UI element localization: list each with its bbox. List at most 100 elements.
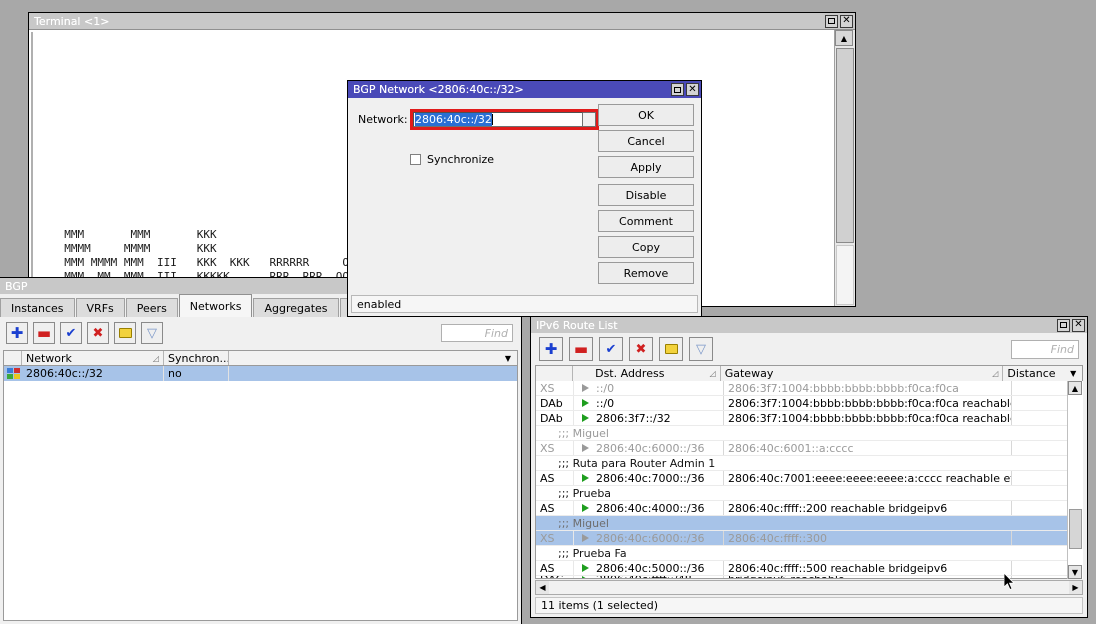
route-arrow-icon [582,399,589,407]
cancel-button[interactable]: Cancel [598,130,694,152]
column-chooser-icon[interactable]: ▼ [1064,366,1082,381]
terminal-title: Terminal <1> [34,15,109,28]
cell-route-arrow [574,561,592,575]
filter-icon[interactable]: ▽ [141,322,163,344]
cell-dst-address: 2806:40c:ffff::/48 [592,576,724,579]
cell-gateway: 2806:40c:ffff::500 reachable bridgeipv6 [724,561,1012,575]
route-comment-row[interactable]: ;;; Ruta para Router Admin 1 [536,456,1082,471]
bgp-toolbar: ✚ ▬ ✔ ✖ ▽ Find [0,319,521,347]
cell-gateway: 2806:40c:7001:eeee:eeee:eeee:a:cccc reac… [724,471,1012,485]
cell-flags: DAb [536,396,574,410]
close-icon[interactable]: ✕ [1072,319,1085,332]
table-row[interactable]: DAC 2806:40c:ffff::/48bridgeipv6 reachabl… [536,576,1082,579]
tab-peers[interactable]: Peers [126,298,178,317]
cell-distance [1012,501,1074,515]
bgp-grid-header: Network ◿ Synchron... ▼ [3,350,518,366]
tab-instances[interactable]: Instances [0,298,75,317]
maximize-icon[interactable] [825,15,838,28]
bgp-network-dialog: BGP Network <2806:40c::/32> ✕ Network: 2… [347,80,702,317]
bgp-network-table: 2806:40c::/32 no [3,366,518,621]
table-row[interactable]: DAb::/02806:3f7:1004:bbbb:bbbb:bbbb:f0ca… [536,396,1082,411]
column-header-arrow [573,366,591,381]
route-comment-row[interactable]: ;;; Miguel [536,426,1082,441]
route-list-horizontal-scrollbar[interactable]: ◀ ▶ [535,580,1083,595]
disable-button[interactable]: Disable [598,184,694,206]
column-header-distance[interactable]: Distance [1003,366,1064,381]
terminal-titlebar[interactable]: Terminal <1> ✕ [29,13,855,29]
scroll-up-arrow-icon[interactable]: ▲ [835,30,853,46]
table-row[interactable]: XS2806:40c:6000::/362806:40c:6001::a:ccc… [536,441,1082,456]
cell-network: 2806:40c::/32 [22,366,164,381]
ok-button[interactable]: OK [598,104,694,126]
apply-button[interactable]: Apply [598,156,694,178]
cell-route-arrow [574,396,592,410]
highlight-annotation: 2806:40c::/32 [410,109,599,130]
table-row[interactable]: AS2806:40c:7000::/362806:40c:7001:eeee:e… [536,471,1082,486]
scrollbar-thumb[interactable] [1069,509,1082,549]
cell-gateway: 2806:40c:ffff::200 reachable bridgeipv6 [724,501,1012,515]
sort-ascending-icon: ◿ [992,369,998,378]
column-header-synchronize[interactable]: Synchron... [164,351,229,365]
disable-icon[interactable]: ✖ [87,322,109,344]
close-icon[interactable]: ✕ [840,15,853,28]
route-comment-row[interactable]: ;;; Miguel [536,516,1082,531]
search-input[interactable]: Find [441,324,513,342]
tab-aggregates[interactable]: Aggregates [253,298,338,317]
disable-icon[interactable]: ✖ [629,337,653,361]
table-row[interactable]: XS::/02806:3f7:1004:bbbb:bbbb:bbbb:f0ca:… [536,381,1082,396]
enable-icon[interactable]: ✔ [60,322,82,344]
comment-text: ;;; Miguel [558,427,609,440]
scroll-down-arrow-icon[interactable]: ▼ [1068,565,1082,579]
cell-dst-address: 2806:40c:4000::/36 [592,501,724,515]
table-row[interactable]: DAb2806:3f7::/322806:3f7:1004:bbbb:bbbb:… [536,411,1082,426]
maximize-icon[interactable] [671,83,684,96]
dialog-status-bar: enabled [351,295,698,313]
table-row[interactable]: AS2806:40c:5000::/362806:40c:ffff::500 r… [536,561,1082,576]
add-icon[interactable]: ✚ [539,337,563,361]
synchronize-field-row[interactable]: Synchronize [410,153,494,166]
route-comment-row[interactable]: ;;; Prueba [536,486,1082,501]
comment-icon[interactable] [114,322,136,344]
enable-icon[interactable]: ✔ [599,337,623,361]
maximize-icon[interactable] [1057,319,1070,332]
table-row[interactable]: AS2806:40c:4000::/362806:40c:ffff::200 r… [536,501,1082,516]
cell-dst-address: 2806:3f7::/32 [592,411,724,425]
synchronize-checkbox[interactable] [410,154,421,165]
scrollbar-track[interactable] [836,245,854,305]
add-icon[interactable]: ✚ [6,322,28,344]
comment-button[interactable]: Comment [598,210,694,232]
column-chooser-icon[interactable]: ▼ [499,351,517,365]
table-row[interactable]: XS2806:40c:6000::/362806:40c:ffff::300 [536,531,1082,546]
column-header-gateway[interactable]: Gateway ◿ [721,366,1004,381]
scroll-left-arrow-icon[interactable]: ◀ [536,581,549,594]
filter-icon[interactable]: ▽ [689,337,713,361]
cell-flags: DAC [536,576,574,579]
terminal-vertical-scrollbar[interactable]: ▲ [834,30,855,306]
column-header-dst-address[interactable]: Dst. Address ◿ [591,366,721,381]
remove-button[interactable]: Remove [598,262,694,284]
remove-icon[interactable]: ▬ [569,337,593,361]
cell-route-arrow [574,501,592,515]
route-arrow-icon [582,414,589,422]
scroll-right-arrow-icon[interactable]: ▶ [1069,581,1082,594]
route-comment-row[interactable]: ;;; Prueba Fa [536,546,1082,561]
search-input[interactable]: Find [1011,340,1079,359]
column-header-network[interactable]: Network ◿ [22,351,164,365]
route-list-vertical-scrollbar[interactable]: ▲ ▼ [1067,381,1083,579]
tab-vrfs[interactable]: VRFs [76,298,125,317]
column-header-icon [4,351,22,365]
close-icon[interactable]: ✕ [686,83,699,96]
scroll-up-arrow-icon[interactable]: ▲ [1068,381,1082,395]
route-list-titlebar[interactable]: IPv6 Route List ✕ [531,317,1087,333]
network-input[interactable]: 2806:40c::/32 [413,112,583,127]
cell-gateway: bridgeipv6 reachable [724,576,1012,579]
route-list-table: XS::/02806:3f7:1004:bbbb:bbbb:bbbb:f0ca:… [535,381,1083,579]
tab-networks[interactable]: Networks [179,294,253,317]
remove-icon[interactable]: ▬ [33,322,55,344]
scrollbar-thumb[interactable] [836,48,854,243]
cell-gateway: 2806:3f7:1004:bbbb:bbbb:bbbb:f0ca:f0ca [724,381,1012,395]
table-row[interactable]: 2806:40c::/32 no [4,366,517,381]
copy-button[interactable]: Copy [598,236,694,258]
dialog-titlebar[interactable]: BGP Network <2806:40c::/32> ✕ [348,81,701,98]
comment-icon[interactable] [659,337,683,361]
